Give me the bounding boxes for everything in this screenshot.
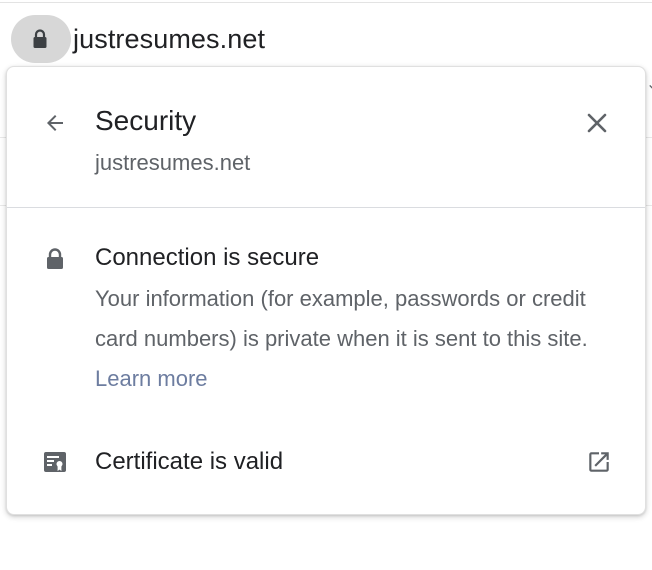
arrow-back-icon [47,115,63,131]
chevron-down-icon[interactable]: ⌄ [646,76,652,94]
omnibox-url[interactable]: justresumes.net [73,22,265,56]
close-button[interactable] [579,105,615,141]
certificate-icon [44,452,66,472]
back-button[interactable] [35,105,75,141]
lock-icon [47,248,63,269]
certificate-label: Certificate is valid [95,448,284,475]
popup-title: Security [95,105,197,136]
connection-description-text: Your information (for example, passwords… [95,286,588,351]
toolbar-edge-line [0,2,652,3]
connection-description: Your information (for example, passwords… [95,279,625,399]
header-divider [7,207,645,208]
learn-more-link[interactable]: Learn more [95,366,208,391]
connection-status-title: Connection is secure [95,244,320,271]
certificate-row[interactable]: Certificate is valid [7,435,645,489]
close-icon [587,113,607,133]
security-popup: Security justresumes.net Connection is s… [6,66,646,515]
popup-subtitle: justresumes.net [95,150,251,175]
open-in-new-icon[interactable] [586,449,612,475]
lock-icon [33,29,47,48]
site-info-button[interactable] [11,15,71,63]
